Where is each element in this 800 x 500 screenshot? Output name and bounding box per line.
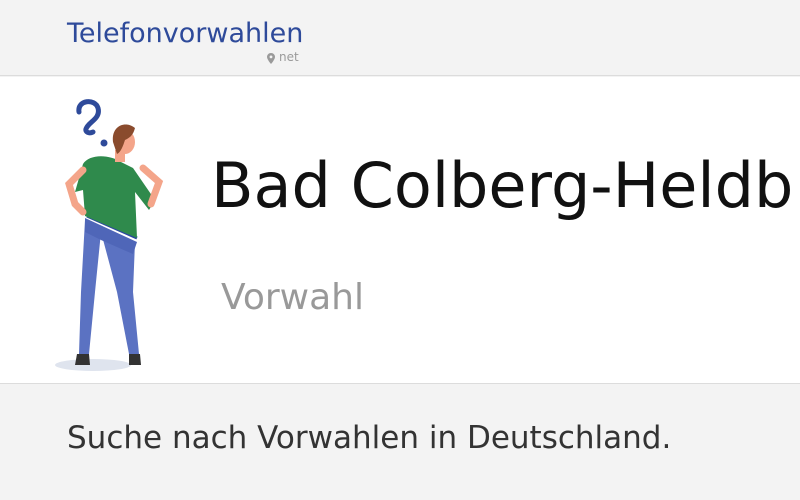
page-subtitle: Vorwahl <box>221 277 364 318</box>
search-section: Suche nach Vorwahlen in Deutschland. <box>0 385 800 500</box>
map-pin-icon <box>267 53 275 64</box>
person-right-shoe <box>129 354 141 365</box>
person-left-shoe <box>75 354 90 365</box>
search-heading: Suche nach Vorwahlen in Deutschland. <box>67 420 672 456</box>
question-mark-dot <box>100 139 108 147</box>
site-logo-link[interactable]: Telefonvorwahlen net <box>67 18 327 68</box>
logo-title: Telefonvorwahlen <box>67 18 304 49</box>
place-title: Bad Colberg-Heldb <box>211 149 794 222</box>
person-left-leg <box>79 220 101 354</box>
logo-domain-suffix: net <box>279 50 299 64</box>
person-shadow <box>55 359 131 371</box>
hero-section: Bad Colberg-Heldb Vorwahl <box>0 77 800 384</box>
thinking-person-illustration <box>55 99 164 371</box>
site-header: Telefonvorwahlen net <box>0 0 800 76</box>
question-mark-icon <box>76 99 101 136</box>
